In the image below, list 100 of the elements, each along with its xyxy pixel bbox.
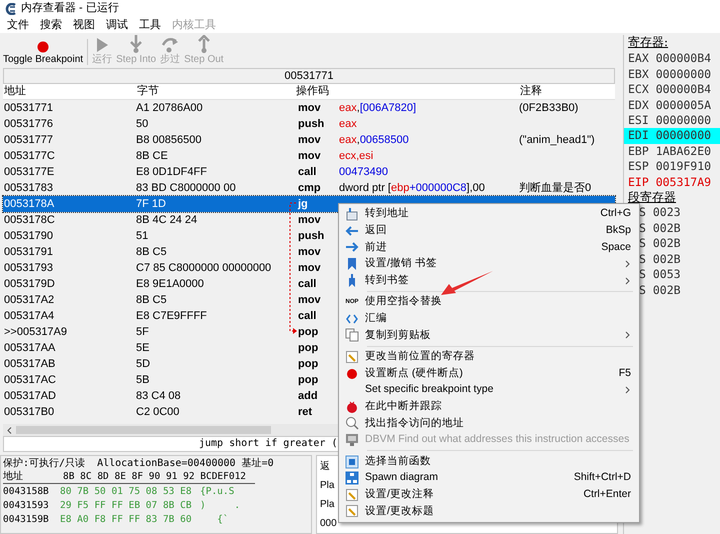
comment-cell-text: (0F2B33B0)	[519, 100, 578, 116]
hex-bytes: E8 A0 F8 FF FF 83 7B 60	[60, 513, 193, 526]
bytes-cell-text: 8B CE	[136, 148, 169, 164]
code-row[interactable]: 0053177C 8B CE mov ecx,esi	[3, 148, 615, 164]
segment-register[interactable]: S 002B	[639, 282, 720, 298]
menu-item[interactable]: 复制到剪贴板	[339, 327, 639, 344]
scroll-left-icon[interactable]	[7, 426, 12, 434]
menu-item[interactable]: Spawn diagram Shift+Ctrl+D	[339, 470, 639, 486]
hex-address: 0043159B	[3, 513, 50, 526]
opcode-cell-text: mov	[297, 292, 322, 308]
operand-text: dword ptr [	[339, 180, 391, 196]
search-icon	[345, 416, 359, 430]
column-header: 8B 8C 8D 8E 8F 90 91 92 BCDEF012	[63, 470, 246, 483]
register-value[interactable]: EDI 00000000	[624, 128, 720, 144]
bytes-cell-text: 5E	[136, 340, 150, 356]
toolbar-button[interactable]: Toggle Breakpoint	[3, 41, 84, 66]
column-header: 地址	[3, 84, 27, 100]
address-cell-text: >>005317A9	[3, 324, 68, 340]
shortcut-text: Ctrl+Enter	[583, 486, 632, 502]
up-arrow-icon	[196, 35, 211, 53]
menu-label: 设置/更改标题	[365, 504, 434, 519]
segment-register[interactable]: S 0023	[639, 205, 720, 221]
hex-ascii: ) .	[200, 499, 240, 512]
register-value[interactable]: EBP 1ABA62E0	[624, 144, 720, 160]
menu-item[interactable]: Set specific breakpoint type	[339, 382, 639, 399]
operand-text: 00658500	[360, 132, 409, 148]
code-row[interactable]: 00531776 50 push eax	[3, 116, 615, 132]
opcode-cell-text: mov	[297, 260, 322, 276]
register-value[interactable]: EIP 005317A9	[624, 174, 720, 190]
address-cell-text: 00531776	[3, 116, 54, 132]
record-icon	[345, 366, 359, 381]
register-value[interactable]: ESI 00000000	[624, 113, 720, 128]
bookmark-icon	[345, 257, 359, 272]
shortcut-text: F5	[618, 366, 632, 381]
operand-text: eax	[339, 132, 357, 148]
segment-register[interactable]: S 0053	[639, 267, 720, 282]
menu-item[interactable]: 找出指令访问的地址	[339, 415, 639, 432]
bytes-cell-text: 5D	[136, 356, 152, 372]
menu-label: 选择当前函数	[365, 454, 431, 469]
edit-icon	[345, 504, 359, 518]
operand-text: ecx,esi	[339, 148, 374, 164]
down-arrow-icon	[129, 35, 144, 53]
segment-register[interactable]: S 002B	[639, 220, 720, 236]
opcode-cell-text: mov	[297, 132, 322, 148]
menu-label: 在此中断并跟踪	[365, 398, 442, 414]
menu-item[interactable]: 更改当前位置的寄存器	[339, 348, 639, 366]
opcode-cell-text: ret	[297, 404, 314, 420]
operand-text: [006A7820]	[360, 100, 416, 116]
register-value[interactable]: EBX 00000000	[624, 66, 720, 82]
hex-ascii: {`	[216, 513, 229, 526]
menu-item[interactable]: 选择当前函数	[339, 453, 639, 470]
menu-item[interactable]: 前进 Space	[339, 239, 639, 256]
protection-info: 保护:可执行/只读 AllocationBase=00400000 基址=0	[3, 457, 275, 470]
menu-item[interactable]: 设置断点 (硬件断点) F5	[339, 365, 639, 382]
menu-item[interactable]: 工具	[139, 20, 161, 30]
menu-item[interactable]: 设置/更改标题	[339, 503, 639, 520]
right-arrow-icon	[345, 240, 359, 254]
opcode-cell-text: call	[297, 276, 318, 292]
operand-text: ,	[356, 132, 360, 148]
register-value[interactable]: EAX 000000B4	[624, 51, 720, 67]
code-row[interactable]: 00531783 83 BD C8000000 00 cmp dword ptr [ebp+000000C8],00 判断血量是否0	[3, 180, 615, 196]
address-cell-text: 005317AC	[3, 372, 57, 388]
menu-item[interactable]: 文件	[7, 20, 29, 30]
segment-register[interactable]: S 002B	[639, 236, 720, 252]
square-icon	[345, 454, 359, 469]
menu-item[interactable]: 在此中断并跟踪	[339, 398, 639, 416]
opcode-cell-text: mov	[297, 244, 322, 260]
code-row[interactable]: 00531777 B8 00856500 mov eax,00658500 ("anim_head1")	[3, 132, 615, 148]
menu-item[interactable]: 设置/更改注释 Ctrl+Enter	[339, 486, 639, 504]
opcode-cell-text: push	[297, 116, 326, 132]
registers-title: 寄存器:	[628, 35, 670, 50]
operand-text: ],00	[466, 180, 485, 196]
edit-icon	[345, 488, 359, 502]
segment-register[interactable]: S 002B	[639, 252, 720, 268]
opcode-cell-text: mov	[297, 212, 322, 228]
menu-item[interactable]: 转到书签	[339, 272, 639, 289]
scrollbar-thumb[interactable]	[16, 426, 271, 434]
register-value[interactable]: EDX 0000005A	[624, 98, 720, 114]
code-row[interactable]: 00531771 A1 20786A00 mov eax,[006A7820] (0F2B33B0)	[3, 100, 615, 116]
bytes-cell-text: 8B C5	[136, 292, 168, 308]
address-cell-text: 00531791	[3, 244, 54, 260]
bytes-cell-text: 7F 1D	[136, 196, 167, 212]
code-row[interactable]: 0053177E E8 0D1DF4FF call 00473490	[3, 164, 615, 180]
menu-item[interactable]: 搜索	[40, 20, 62, 30]
menu-item[interactable]: 视图	[73, 20, 95, 30]
address-cell-text: 00531790	[3, 228, 54, 244]
register-value[interactable]: ECX 000000B4	[624, 82, 720, 98]
address-cell-text: 00531783	[3, 180, 54, 196]
hex-bytes: 29 F5 FF FF EB 07 8B CB	[60, 499, 193, 512]
menu-item[interactable]: 返回 BkSp	[339, 222, 639, 240]
panel-text: 000	[320, 517, 337, 531]
operand-text: +000000C8	[409, 180, 467, 196]
menu-item[interactable]: 设置/撤销 书签	[339, 256, 639, 272]
address-cell-text: 00531777	[3, 132, 54, 148]
column-header: 操作码	[295, 84, 330, 100]
column-header: 地址	[3, 470, 24, 483]
register-value[interactable]: ESP 0019F910	[624, 159, 720, 175]
operand-text: eax	[339, 116, 357, 132]
menu-item[interactable]: 汇编	[339, 310, 639, 328]
menu-item[interactable]: 调试	[106, 20, 128, 30]
